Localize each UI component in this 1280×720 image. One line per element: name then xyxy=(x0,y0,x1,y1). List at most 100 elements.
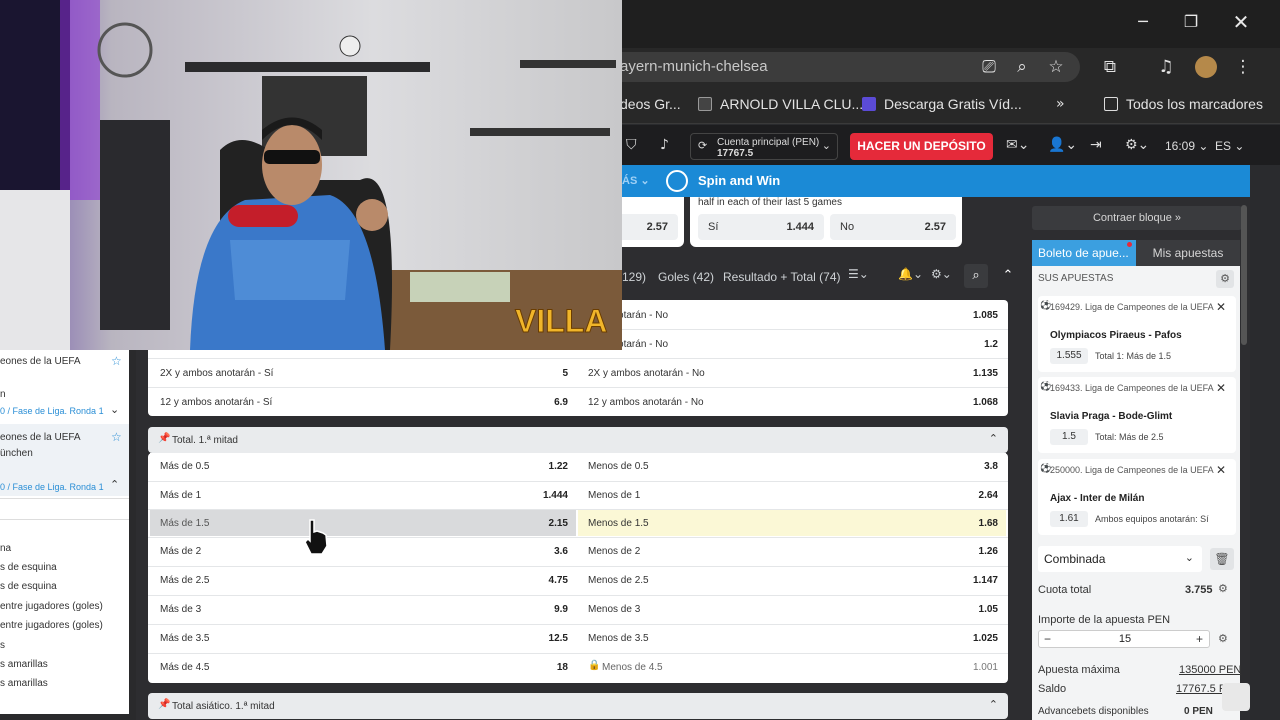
odd-cell[interactable]: Más de 2.5 4.75 xyxy=(150,567,576,593)
notification-bell-icon[interactable]: ♪ xyxy=(660,137,669,153)
odd-cell[interactable]: Menos de 0.5 3.8 xyxy=(578,453,1006,479)
zoom-icon[interactable]: ⌕ xyxy=(1011,56,1033,78)
favorite-star-icon[interactable]: ☆ xyxy=(111,354,122,368)
odd-cell[interactable]: 12 y ambos anotarán - No 1.068 xyxy=(578,389,1006,415)
odd-cell[interactable]: Más de 1 1.444 xyxy=(150,482,576,508)
menu-dots-icon[interactable]: ⋮ xyxy=(1232,56,1254,78)
odd-cell[interactable]: Menos de 2.5 1.147 xyxy=(578,567,1006,593)
remove-bet-close-icon[interactable]: ✕ xyxy=(1216,300,1226,314)
stake-stepper[interactable]: − 15 + xyxy=(1038,630,1210,648)
spin-and-win-link[interactable]: Spin and Win xyxy=(698,173,780,188)
bookmark-star-icon[interactable]: ☆ xyxy=(1045,56,1067,78)
submarket-link[interactable]: entre jugadores (goles) xyxy=(0,620,103,631)
clock-time[interactable]: 16:09 ⌄ xyxy=(1165,139,1208,153)
slip-settings-gear-icon[interactable]: ⚙ xyxy=(1216,270,1234,288)
close-icon[interactable]: ✕ xyxy=(1218,8,1264,36)
bookmark-item[interactable]: deos Gr... xyxy=(620,96,681,112)
shield-icon[interactable]: ⛉ xyxy=(626,137,637,153)
user-icon[interactable]: 👤⌄ xyxy=(1048,137,1077,153)
scrollbar[interactable] xyxy=(1241,205,1247,345)
increase-icon[interactable]: + xyxy=(1196,632,1203,646)
minimize-icon[interactable]: ─ xyxy=(1120,8,1166,36)
install-app-icon[interactable]: ⎚ xyxy=(978,56,1000,78)
account-selector[interactable]: ⟳ Cuenta principal (PEN) 17767.5 ⌄ xyxy=(690,133,838,160)
tab-my-bets[interactable]: Mis apuestas xyxy=(1136,240,1240,266)
extensions-icon[interactable]: ⧉ xyxy=(1099,56,1121,78)
submarket-link[interactable]: na xyxy=(0,543,11,554)
market-header[interactable]: 📌 Total asiático. 1.ª mitad ⌃ xyxy=(148,693,1008,719)
pin-icon[interactable]: 📌 xyxy=(158,433,170,444)
odd-cell[interactable]: Más de 3.5 12.5 xyxy=(150,625,576,651)
odd-value: 2.15 xyxy=(548,518,568,529)
chevron-up-icon[interactable]: ⌃ xyxy=(989,432,998,445)
logout-icon[interactable]: ⇥ xyxy=(1090,137,1102,153)
site-icon xyxy=(698,97,712,111)
favorite-star-icon[interactable]: ☆ xyxy=(111,430,122,444)
odds-gear-icon[interactable]: ⚙ xyxy=(1218,582,1228,595)
stake-gear-icon[interactable]: ⚙ xyxy=(1218,632,1228,645)
bet-type-select[interactable]: Combinada ⌄ xyxy=(1038,546,1202,572)
odd-cell[interactable]: Menos de 3.5 1.025 xyxy=(578,625,1006,651)
chevron-down-icon[interactable]: ⌄ xyxy=(110,403,119,416)
list-view-icon[interactable]: ☰⌄ xyxy=(848,267,869,281)
odd-cell[interactable]: Más de 4.5 18 xyxy=(150,654,576,680)
odd-cell-selected[interactable]: Menos de 1.5 1.68 xyxy=(578,510,1006,536)
submarket-link[interactable]: entre jugadores (goles) xyxy=(0,601,103,612)
refresh-icon[interactable]: ⟳ xyxy=(698,139,707,152)
deposit-button[interactable]: HACER UN DEPÓSITO xyxy=(850,133,993,160)
odd-cell[interactable]: bos anotarán - No 1.2 xyxy=(578,331,1006,357)
bookmark-item[interactable]: ARNOLD VILLA CLU... xyxy=(698,96,863,112)
odd-value: 1.085 xyxy=(972,310,998,321)
settings-gear-icon[interactable]: ⚙⌄ xyxy=(1125,137,1149,153)
bookmark-item[interactable]: Todos los marcadores xyxy=(1104,96,1263,112)
odd-button[interactable]: Sí 1.444 xyxy=(698,214,824,240)
tab-partial[interactable]: 129) xyxy=(622,270,646,284)
odd-cell[interactable]: Más de 3 9.9 xyxy=(150,596,576,622)
odd-cell-locked: 🔒 Menos de 4.5 1.001 xyxy=(578,654,1006,680)
submarket-link[interactable]: s de esquina xyxy=(0,562,57,573)
more-bookmarks-icon[interactable]: » xyxy=(1056,96,1065,112)
odd-cell[interactable]: Más de 2 3.6 xyxy=(150,538,576,564)
market-header[interactable]: 📌 Total. 1.ª mitad ⌃ xyxy=(148,427,1008,453)
submarket-link[interactable]: s de esquina xyxy=(0,581,57,592)
odd-cell[interactable]: Menos de 2 1.26 xyxy=(578,538,1006,564)
chevron-up-icon[interactable]: ⌃ xyxy=(110,478,119,491)
odd-cell[interactable]: Menos de 1 2.64 xyxy=(578,482,1006,508)
remove-bet-close-icon[interactable]: ✕ xyxy=(1216,463,1226,477)
filter-gear-icon[interactable]: ⚙⌄ xyxy=(931,267,952,281)
odd-cell[interactable]: 2X y ambos anotarán - No 1.135 xyxy=(578,360,1006,386)
submarket-link[interactable]: s amarillas xyxy=(0,678,48,689)
stake-input[interactable]: 15 xyxy=(1039,633,1211,645)
bookmark-item[interactable]: Descarga Gratis Víd... xyxy=(862,96,1022,112)
odd-button[interactable]: No 2.57 xyxy=(830,214,956,240)
language-selector[interactable]: ES ⌄ xyxy=(1215,139,1244,153)
media-control-icon[interactable]: ♫ xyxy=(1155,56,1177,78)
trash-icon[interactable]: 🗑 xyxy=(1210,548,1234,570)
more-menu[interactable]: ÁS ⌄ xyxy=(622,174,650,187)
tab-result-total[interactable]: Resultado + Total (74) xyxy=(723,270,841,284)
max-bet-value[interactable]: 135000 PEN xyxy=(1179,664,1241,676)
tab-bet-slip[interactable]: Boleto de apue... xyxy=(1032,240,1136,266)
submarket-link[interactable]: s xyxy=(0,640,5,651)
mail-icon[interactable]: ✉⌄ xyxy=(1006,137,1029,153)
odd-cell[interactable]: bos anotarán - No 1.085 xyxy=(578,302,1006,328)
odd-cell[interactable]: 2X y ambos anotarán - Sí 5 xyxy=(150,360,576,386)
remove-bet-close-icon[interactable]: ✕ xyxy=(1216,381,1226,395)
url-field[interactable]: ayern-munich-chelsea xyxy=(600,52,1080,82)
chevron-up-icon[interactable]: ⌃ xyxy=(989,698,998,711)
collapse-block-button[interactable]: Contraer bloque » xyxy=(1032,206,1242,230)
restore-icon[interactable]: ❐ xyxy=(1168,8,1214,36)
chat-support-icon[interactable] xyxy=(1222,683,1250,711)
search-icon[interactable]: ⌕ xyxy=(964,264,988,288)
pin-icon[interactable]: 📌 xyxy=(158,699,170,710)
odd-cell-hover[interactable]: Más de 1.5 2.15 xyxy=(150,510,576,536)
profile-avatar[interactable] xyxy=(1195,56,1217,78)
submarket-link[interactable]: s amarillas xyxy=(0,659,48,670)
collapse-all-icon[interactable]: ⌃ xyxy=(996,264,1020,288)
odd-cell[interactable]: Menos de 3 1.05 xyxy=(578,596,1006,622)
tab-goals[interactable]: Goles (42) xyxy=(658,270,714,284)
odd-cell[interactable]: Más de 0.5 1.22 xyxy=(150,453,576,479)
bell-icon[interactable]: 🔔⌄ xyxy=(898,267,923,281)
odd-cell[interactable]: 12 y ambos anotarán - Sí 6.9 xyxy=(150,389,576,415)
odd-value: 1.22 xyxy=(548,461,568,472)
